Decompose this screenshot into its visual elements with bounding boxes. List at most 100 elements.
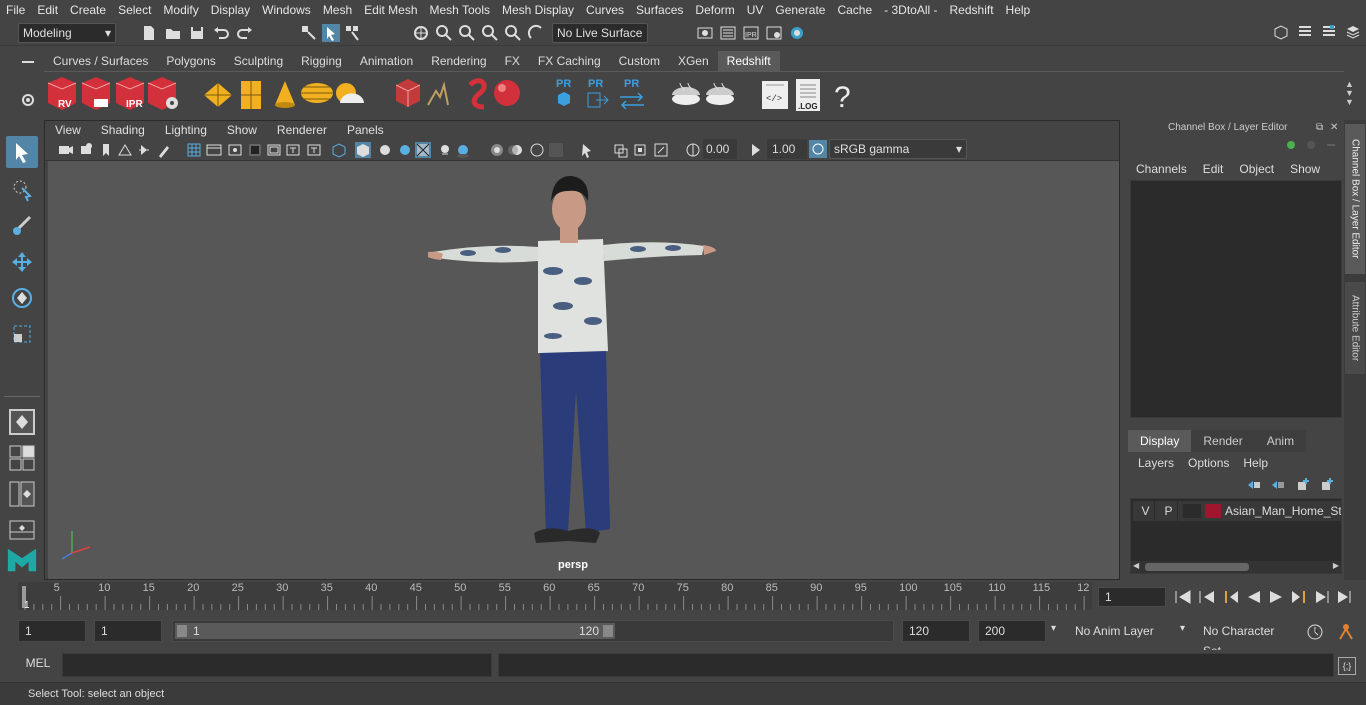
smooth-shade-icon[interactable] xyxy=(355,142,371,158)
menu-mesh-display[interactable]: Mesh Display xyxy=(496,0,580,20)
layer-playback-toggle[interactable]: P xyxy=(1160,501,1178,521)
select-object-icon[interactable] xyxy=(322,24,340,42)
step-back-icon[interactable] xyxy=(1225,591,1238,603)
color-space-select[interactable]: sRGB gamma ▾ xyxy=(829,139,967,159)
graph-layout-button[interactable] xyxy=(6,514,38,546)
shelf-tab-polygons[interactable]: Polygons xyxy=(157,51,224,71)
move-layer-up-icon[interactable] xyxy=(1246,478,1262,492)
ipr-render-icon[interactable]: IPR xyxy=(742,24,760,42)
viewport-menu-view[interactable]: View xyxy=(45,123,91,137)
live-surface-field[interactable]: No Live Surface xyxy=(552,23,648,43)
play-backward-icon[interactable] xyxy=(1248,591,1260,603)
range-end-handle[interactable] xyxy=(603,625,613,637)
range-slider-thumb[interactable]: 1 120 xyxy=(175,623,615,639)
layer-type-toggle[interactable] xyxy=(1183,504,1201,518)
wireframe-icon[interactable] xyxy=(332,143,346,158)
redshift-sphere-icon[interactable] xyxy=(494,80,520,106)
render-settings-icon[interactable] xyxy=(765,24,783,42)
menu-redshift[interactable]: Redshift xyxy=(944,0,1000,20)
range-slider[interactable]: 1 120 xyxy=(172,620,894,642)
scroll-right-icon[interactable]: ▶ xyxy=(1333,561,1339,570)
shelf-tab-fx[interactable]: FX xyxy=(496,51,529,71)
redshift-render-settings-icon[interactable] xyxy=(147,77,178,110)
anim-layer-select[interactable]: No Anim Layer xyxy=(1068,620,1180,642)
shelf-tab-animation[interactable]: Animation xyxy=(351,51,422,71)
motion-blur-icon[interactable] xyxy=(508,145,522,155)
layer-color-swatch[interactable] xyxy=(1205,504,1221,518)
snap-live-icon[interactable] xyxy=(527,24,545,42)
viewport-menu-show[interactable]: Show xyxy=(217,123,267,137)
snap-surface-icon[interactable] xyxy=(504,24,522,42)
key-icon[interactable] xyxy=(1284,138,1298,152)
redshift-script-icon[interactable]: </> xyxy=(762,81,788,109)
step-back-key-icon[interactable] xyxy=(1199,591,1214,603)
field-chart-icon[interactable] xyxy=(267,144,281,156)
redshift-proxy-icon[interactable] xyxy=(395,79,421,107)
layer-tab-anim[interactable]: Anim xyxy=(1254,430,1307,452)
shelf-tab-redshift[interactable]: Redshift xyxy=(717,51,780,71)
light-icon[interactable] xyxy=(441,145,449,155)
image-plane-icon[interactable] xyxy=(118,144,132,156)
channel-menu-show[interactable]: Show xyxy=(1290,162,1320,176)
depth-of-field-icon[interactable] xyxy=(549,143,563,157)
menu-display[interactable]: Display xyxy=(205,0,256,20)
redshift-bake-icon[interactable] xyxy=(672,82,700,105)
undo-icon[interactable] xyxy=(212,24,230,42)
redshift-pr-export-icon[interactable]: PR xyxy=(587,78,609,108)
hypershade-icon[interactable] xyxy=(788,24,806,42)
modeling-toolkit-icon[interactable] xyxy=(1272,23,1290,41)
redshift-sun-sky-icon[interactable] xyxy=(336,83,364,103)
shelf-scroll-arrows[interactable]: ▲ ▼ ▼ xyxy=(1345,80,1359,110)
tab-channel-box[interactable]: Channel Box / Layer Editor xyxy=(1345,124,1365,274)
redshift-pr-sync-icon[interactable]: PR xyxy=(620,78,644,110)
menu-select[interactable]: Select xyxy=(112,0,157,20)
redshift-area-light-icon[interactable] xyxy=(204,83,232,107)
menu-mesh-tools[interactable]: Mesh Tools xyxy=(424,0,496,20)
new-layer-selected-icon[interactable] xyxy=(1318,478,1334,492)
four-view-layout-button[interactable] xyxy=(6,442,38,474)
redshift-bake-set-icon[interactable] xyxy=(706,82,734,105)
render-frame-icon[interactable] xyxy=(719,24,737,42)
mel-label[interactable]: MEL xyxy=(18,656,58,670)
snap-curve-icon[interactable] xyxy=(435,24,453,42)
shadows-icon[interactable] xyxy=(457,145,469,158)
xray-icon[interactable] xyxy=(415,142,431,158)
render-view-icon[interactable] xyxy=(696,24,714,42)
mute-icon[interactable] xyxy=(1324,138,1338,152)
scroll-left-icon[interactable]: ◀ xyxy=(1133,561,1139,570)
move-layer-down-icon[interactable] xyxy=(1270,478,1286,492)
viewport-scene[interactable]: persp xyxy=(48,161,1119,579)
chevron-down-icon[interactable]: ▾ xyxy=(1180,623,1185,634)
go-to-start-icon[interactable] xyxy=(1175,590,1191,604)
scroll-thumb[interactable] xyxy=(1145,563,1249,571)
redshift-batch-render-icon[interactable] xyxy=(81,77,111,110)
channel-menu-object[interactable]: Object xyxy=(1239,162,1274,176)
redshift-help-icon[interactable]: ? xyxy=(834,81,851,114)
bookmark-icon[interactable] xyxy=(103,144,109,156)
default-material-icon[interactable] xyxy=(380,145,390,155)
attribute-editor-icon[interactable] xyxy=(1296,23,1314,41)
step-forward-key-icon[interactable] xyxy=(1316,591,1329,603)
rotate-tool-button[interactable] xyxy=(6,282,38,314)
menu-uv[interactable]: UV xyxy=(741,0,770,20)
save-scene-icon[interactable] xyxy=(188,24,206,42)
shelf-tab-xgen[interactable]: XGen xyxy=(669,51,718,71)
breakdown-icon[interactable] xyxy=(1304,138,1318,152)
shelf-tab-rendering[interactable]: Rendering xyxy=(422,51,495,71)
paint-select-tool-button[interactable] xyxy=(6,210,38,242)
shelf-settings-icon[interactable] xyxy=(20,92,36,108)
grid-icon[interactable] xyxy=(187,143,201,157)
menu-deform[interactable]: Deform xyxy=(689,0,740,20)
play-forward-icon[interactable] xyxy=(1270,591,1282,603)
shelf-tab-fx-caching[interactable]: FX Caching xyxy=(529,51,610,71)
redshift-pr-geo-icon[interactable]: PR xyxy=(556,78,571,106)
menu-3dtoall[interactable]: - 3DtoAll - xyxy=(878,0,943,20)
shelf-tab-sculpting[interactable]: Sculpting xyxy=(225,51,292,71)
menu-windows[interactable]: Windows xyxy=(256,0,317,20)
viewport-menu-panels[interactable]: Panels xyxy=(337,123,394,137)
redshift-hair-icon[interactable] xyxy=(468,78,487,110)
single-perspective-layout-button[interactable] xyxy=(6,406,38,438)
viewport-menu-lighting[interactable]: Lighting xyxy=(155,123,217,137)
snap-point-icon[interactable] xyxy=(458,24,476,42)
layer-scrollbar[interactable]: ◀ ▶ xyxy=(1131,561,1341,573)
